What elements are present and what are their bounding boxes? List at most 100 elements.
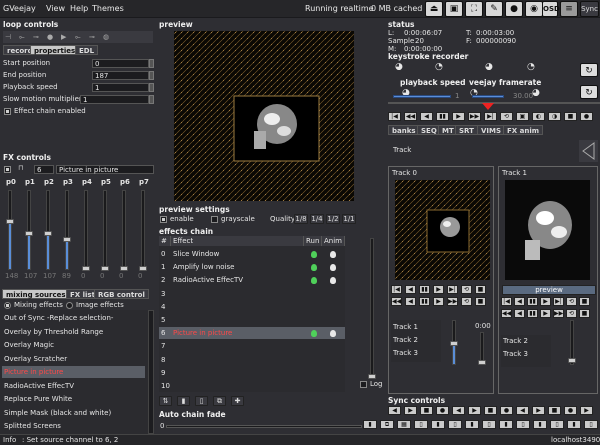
transport-button[interactable]: ▶: [540, 297, 551, 306]
playback-speed-slider[interactable]: [393, 95, 451, 98]
param-slider[interactable]: [82, 190, 90, 271]
playback-speed-field[interactable]: 1: [92, 83, 149, 92]
transport-button[interactable]: ◐: [532, 112, 545, 121]
start-position-field[interactable]: 0: [92, 59, 149, 68]
param-slider[interactable]: [44, 190, 52, 270]
preview-enable-checkbox[interactable]: [160, 216, 167, 223]
quality-1-4[interactable]: 1/4: [310, 214, 324, 224]
param-slider-knob[interactable]: [120, 266, 128, 271]
right-tab[interactable]: FX anim: [503, 125, 544, 135]
transport-button[interactable]: ▶|: [447, 285, 458, 294]
rec-dot-icon[interactable]: ●: [47, 33, 53, 41]
track1-list-item[interactable]: Track 3: [503, 350, 528, 358]
transport-button[interactable]: ●: [564, 406, 577, 415]
quality-1-1[interactable]: 1/1: [342, 214, 356, 224]
transport-button[interactable]: ◑: [548, 112, 561, 121]
auto-chain-fade-slider[interactable]: [166, 425, 362, 428]
osd-button[interactable]: OSD: [542, 1, 560, 17]
transport-button[interactable]: ▶▶: [553, 309, 564, 318]
connect-icon[interactable]: ⟜: [19, 33, 25, 42]
menu-help[interactable]: Help: [70, 4, 88, 13]
transport-button[interactable]: ▮▮: [527, 309, 538, 318]
track1-fader[interactable]: [568, 320, 576, 365]
transport-button[interactable]: ▮: [465, 420, 479, 429]
param-slider[interactable]: [120, 190, 128, 271]
transport-button[interactable]: ●: [436, 406, 449, 415]
transport-button[interactable]: ▮: [431, 420, 445, 429]
mixing-effects-radio[interactable]: [4, 302, 11, 309]
grayscale-checkbox[interactable]: [211, 216, 218, 223]
transport-button[interactable]: ◀: [514, 297, 525, 306]
right-tab[interactable]: VIMS: [477, 125, 506, 135]
anim-bulb-icon[interactable]: [330, 277, 336, 285]
effect-list-item[interactable]: Out of Sync -Replace selection-: [2, 312, 145, 324]
transport-button[interactable]: ▮▮: [419, 297, 430, 306]
transport-button[interactable]: ■: [420, 406, 433, 415]
chain-fader-knob[interactable]: [368, 374, 376, 379]
link-icon[interactable]: ⊸: [33, 33, 39, 41]
transport-button[interactable]: ⟲: [566, 297, 577, 306]
param-slider[interactable]: [101, 190, 109, 271]
chain-add-icon[interactable]: ✚: [231, 396, 244, 406]
param-slider[interactable]: [63, 190, 71, 270]
chain-row[interactable]: 2 RadioActive EffecTV: [159, 274, 345, 286]
framerate-slider[interactable]: [472, 95, 504, 98]
menu-view[interactable]: View: [46, 4, 65, 13]
transport-button[interactable]: ■: [548, 406, 561, 415]
tab-properties[interactable]: properties: [30, 45, 80, 55]
transport-button[interactable]: ◀◀: [501, 309, 512, 318]
ks-record-icon[interactable]: ◕: [395, 62, 403, 72]
track0-fader[interactable]: [450, 320, 458, 365]
transport-button[interactable]: ■: [564, 112, 577, 121]
transport-button[interactable]: ▮: [499, 420, 513, 429]
chain-row[interactable]: 8: [159, 354, 345, 366]
transport-button[interactable]: ◀◀: [391, 297, 402, 306]
start-position-spin[interactable]: [149, 59, 154, 68]
track0-fader-knob[interactable]: [450, 341, 458, 346]
transport-button[interactable]: ▯: [482, 420, 496, 429]
sync-button[interactable]: Sync: [580, 1, 599, 17]
image-effects-radio[interactable]: [66, 302, 73, 309]
quality-1-8[interactable]: 1/8: [294, 214, 308, 224]
chain-row[interactable]: 0 Slice Window: [159, 248, 345, 260]
transport-button[interactable]: ▶|: [484, 112, 497, 121]
chain-clear-icon[interactable]: ▯: [195, 396, 208, 406]
framerate-reset-icon[interactable]: ↻: [580, 85, 598, 99]
ks-play-icon[interactable]: ◕: [485, 62, 493, 72]
transport-button[interactable]: ▶: [580, 406, 593, 415]
run-bulb-icon[interactable]: [311, 251, 317, 258]
anim-bulb-icon[interactable]: [330, 330, 336, 338]
fps2-icon[interactable]: ◕: [532, 88, 540, 98]
chain-copy-icon[interactable]: ⧉: [213, 396, 226, 406]
chain-delete-icon[interactable]: ▮: [177, 396, 190, 406]
log-checkbox[interactable]: [360, 381, 367, 388]
transport-button[interactable]: ▶: [404, 406, 417, 415]
tab-rgb-control[interactable]: RGB control: [94, 289, 149, 299]
chain-row[interactable]: 6 Picture in picture: [159, 327, 345, 340]
fx-enable-checkbox[interactable]: [4, 166, 11, 173]
layout-icon[interactable]: ≡: [560, 1, 578, 17]
playback-speed-spin[interactable]: [149, 83, 154, 92]
chain-row[interactable]: 4: [159, 301, 345, 313]
right-tab[interactable]: banks: [388, 125, 420, 135]
effect-list-item[interactable]: Replace Pure White: [2, 393, 145, 405]
position-bar[interactable]: [388, 102, 600, 104]
param-slider-knob[interactable]: [101, 266, 109, 271]
position-marker[interactable]: [482, 103, 494, 110]
param-slider-knob[interactable]: [82, 266, 90, 271]
transport-button[interactable]: ■: [475, 285, 486, 294]
transport-button[interactable]: ◀: [514, 309, 525, 318]
tab-edl[interactable]: EDL: [75, 45, 99, 55]
param-slider-knob[interactable]: [139, 266, 147, 271]
transport-button[interactable]: ▶: [433, 285, 444, 294]
track1-fader-knob[interactable]: [568, 358, 576, 363]
loop-icon[interactable]: ⊣: [5, 33, 11, 41]
track0-list-item[interactable]: Track 2: [393, 336, 418, 344]
transport-button[interactable]: ▮: [567, 420, 581, 429]
transport-button[interactable]: ⟲: [461, 297, 472, 306]
transport-button[interactable]: ▶: [433, 297, 444, 306]
transport-button[interactable]: ■: [475, 297, 486, 306]
transport-button[interactable]: ▯: [584, 420, 598, 429]
transport-button[interactable]: ◀: [405, 297, 416, 306]
transport-button[interactable]: |◀: [391, 285, 402, 294]
